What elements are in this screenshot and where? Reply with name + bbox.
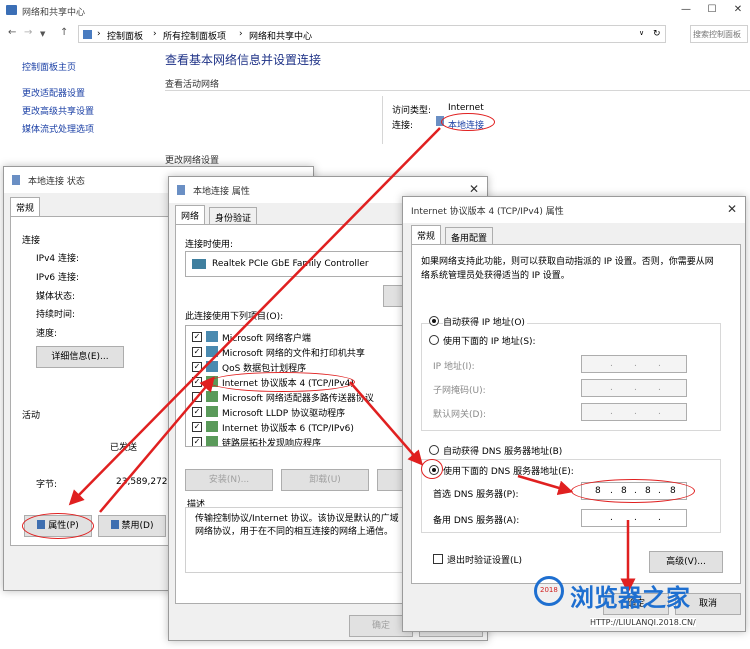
watermark-year: 2018 — [540, 586, 558, 594]
arrow-to-preferred-dns — [517, 474, 574, 496]
watermark-brand: 浏览器之家 — [570, 584, 690, 612]
watermark-url: HTTP://LIULANQI.2018.CN/ — [590, 618, 696, 627]
arrow-properties-to-ipv4-item — [99, 376, 215, 513]
annotation-arrows — [68, 127, 636, 594]
arrow-connection-to-properties — [68, 127, 441, 506]
arrow-ipv4-item-to-dialog — [349, 381, 423, 466]
